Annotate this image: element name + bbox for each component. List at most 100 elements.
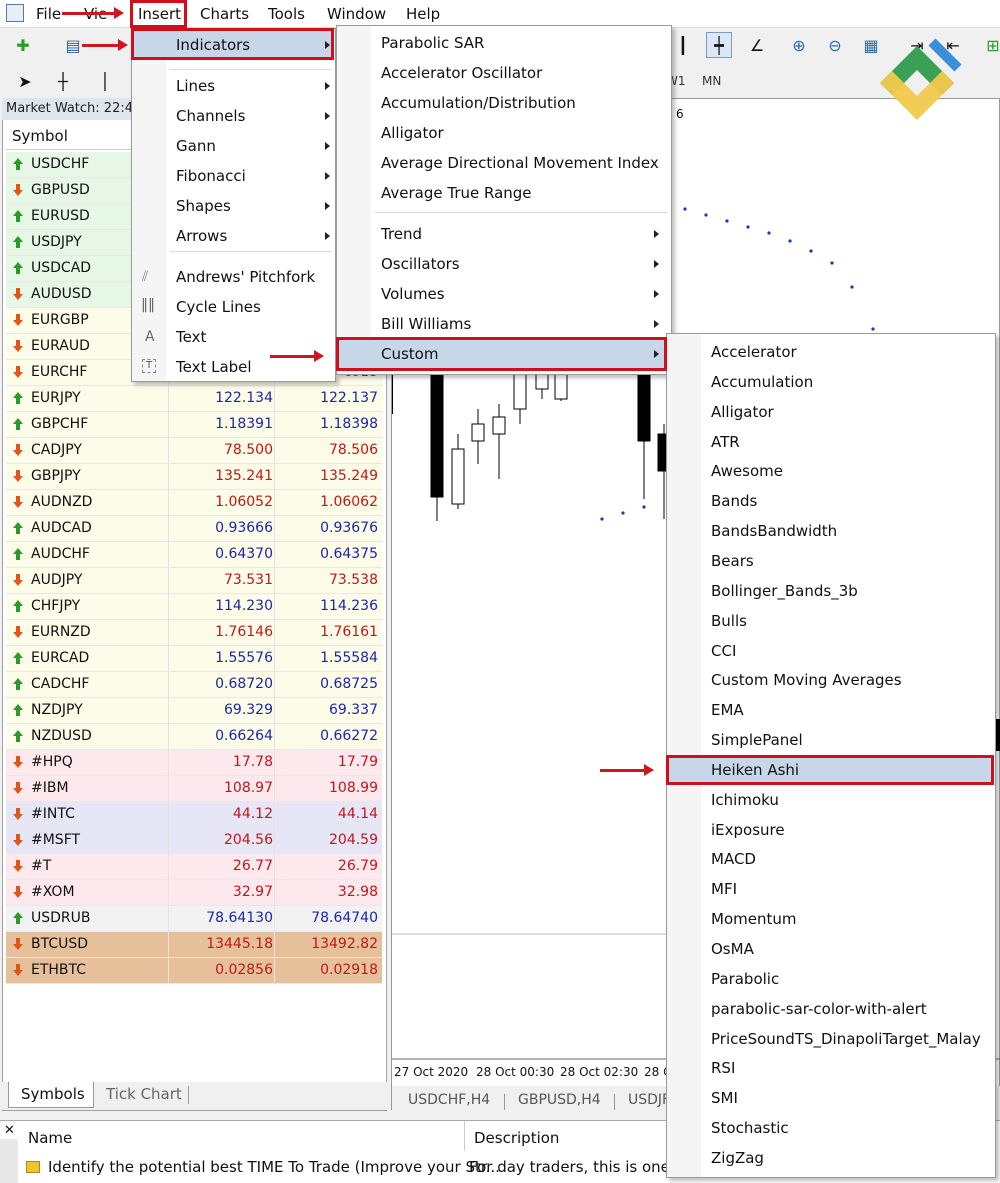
bar-chart-icon[interactable]: ┿	[706, 32, 732, 58]
column-description[interactable]: Description	[474, 1129, 559, 1147]
table-row[interactable]: #XOM 32.97 32.98	[6, 880, 382, 906]
line-chart-icon[interactable]: ∠	[744, 32, 770, 58]
window-tab-usdjpy[interactable]: USDJF	[628, 1092, 670, 1108]
vertical-line-icon[interactable]: │	[92, 68, 118, 94]
table-row[interactable]: AUDCHF 0.64370 0.64375	[6, 542, 382, 568]
custom-item-custom-moving-averages[interactable]: Custom Moving Averages	[711, 671, 902, 689]
menu-item-average-directional-movement-index[interactable]: Average Directional Movement Index	[381, 154, 659, 172]
tab-symbols[interactable]: Symbols	[8, 1082, 94, 1108]
ask-value: 26.79	[337, 858, 378, 874]
article-name[interactable]: Identify the potential best TIME To Trad…	[48, 1158, 500, 1176]
crosshair-tool-icon[interactable]: ┃	[670, 32, 696, 58]
menu-item-alligator[interactable]: Alligator	[381, 124, 444, 142]
crosshair-icon[interactable]: ┼	[50, 68, 76, 94]
menu-item-lines[interactable]: Lines	[176, 77, 215, 95]
menu-item-text-label[interactable]: Text Label	[176, 358, 252, 376]
table-row[interactable]: NZDJPY 69.329 69.337	[6, 698, 382, 724]
table-row[interactable]: CADJPY 78.500 78.506	[6, 438, 382, 464]
cursor-icon[interactable]: ➤	[12, 68, 38, 94]
menu-item-channels[interactable]: Channels	[176, 107, 245, 125]
table-row[interactable]: EURJPY 122.134 122.137	[6, 386, 382, 412]
tab-tick-chart[interactable]: Tick Chart	[106, 1085, 182, 1103]
zoom-in-icon[interactable]: ⊕	[786, 32, 812, 58]
table-row[interactable]: ETHBTC 0.02856 0.02918	[6, 958, 382, 984]
menu-charts[interactable]: Charts	[200, 5, 249, 23]
custom-item-ichimoku[interactable]: Ichimoku	[711, 791, 779, 809]
custom-item-ema[interactable]: EMA	[711, 701, 744, 719]
menu-item-volumes[interactable]: Volumes	[381, 285, 445, 303]
custom-item-bulls[interactable]: Bulls	[711, 612, 747, 630]
menu-item-arrows[interactable]: Arrows	[176, 227, 227, 245]
custom-item-accelerator[interactable]: Accelerator	[711, 343, 797, 361]
table-row[interactable]: BTCUSD 13445.18 13492.82	[6, 932, 382, 958]
menu-item-parabolic-sar[interactable]: Parabolic SAR	[381, 34, 484, 52]
table-row[interactable]: #T 26.77 26.79	[6, 854, 382, 880]
close-icon[interactable]: ✕	[4, 1123, 15, 1138]
table-row[interactable]: CHFJPY 114.230 114.236	[6, 594, 382, 620]
menu-tools[interactable]: Tools	[268, 5, 305, 23]
custom-item-rsi[interactable]: RSI	[711, 1059, 735, 1077]
menu-item-text[interactable]: Text	[176, 328, 206, 346]
menu-window[interactable]: Window	[327, 5, 386, 23]
custom-item-bears[interactable]: Bears	[711, 552, 754, 570]
column-symbol[interactable]: Symbol	[12, 127, 68, 145]
custom-item-zigzag[interactable]: ZigZag	[711, 1149, 764, 1167]
table-row[interactable]: USDRUB 78.64130 78.64740	[6, 906, 382, 932]
bid-value: 0.68720	[215, 676, 273, 692]
menu-item-fibonacci[interactable]: Fibonacci	[176, 167, 246, 185]
menu-help[interactable]: Help	[406, 5, 440, 23]
custom-item-momentum[interactable]: Momentum	[711, 910, 796, 928]
timeframe-mn[interactable]: MN	[702, 74, 721, 88]
custom-item-mfi[interactable]: MFI	[711, 880, 737, 898]
table-row[interactable]: AUDNZD 1.06052 1.06062	[6, 490, 382, 516]
table-row[interactable]: NZDUSD 0.66264 0.66272	[6, 724, 382, 750]
custom-item-awesome[interactable]: Awesome	[711, 462, 783, 480]
table-row[interactable]: AUDCAD 0.93666 0.93676	[6, 516, 382, 542]
custom-item-macd[interactable]: MACD	[711, 850, 756, 868]
table-row[interactable]: #HPQ 17.78 17.79	[6, 750, 382, 776]
menu-item-cycle-lines[interactable]: Cycle Lines	[176, 298, 261, 316]
custom-item-alligator[interactable]: Alligator	[711, 403, 774, 421]
custom-item-osma[interactable]: OsMA	[711, 940, 754, 958]
custom-item-cci[interactable]: CCI	[711, 642, 736, 660]
custom-item-bollinger-bands-3b[interactable]: Bollinger_Bands_3b	[711, 582, 858, 600]
table-row[interactable]: EURNZD 1.76146 1.76161	[6, 620, 382, 646]
menu-item-oscillators[interactable]: Oscillators	[381, 255, 460, 273]
custom-item-smi[interactable]: SMI	[711, 1089, 738, 1107]
custom-item-parabolic-sar-color-with-alert[interactable]: parabolic-sar-color-with-alert	[711, 1000, 927, 1018]
zoom-out-icon[interactable]: ⊖	[822, 32, 848, 58]
custom-item-parabolic[interactable]: Parabolic	[711, 970, 779, 988]
menu-item-gann[interactable]: Gann	[176, 137, 216, 155]
table-row[interactable]: CADCHF 0.68720 0.68725	[6, 672, 382, 698]
custom-item-simplepanel[interactable]: SimplePanel	[711, 731, 803, 749]
table-row[interactable]: AUDJPY 73.531 73.538	[6, 568, 382, 594]
custom-item-stochastic[interactable]: Stochastic	[711, 1119, 789, 1137]
custom-item-bandsbandwidth[interactable]: BandsBandwidth	[711, 522, 837, 540]
symbol-name: EURUSD	[31, 208, 90, 224]
menu-item-accumulation-distribution[interactable]: Accumulation/Distribution	[381, 94, 576, 112]
menu-item-accelerator-oscillator[interactable]: Accelerator Oscillator	[381, 64, 542, 82]
window-tab-usdchf[interactable]: USDCHF,H4	[408, 1092, 490, 1108]
custom-item-pricesoundts-dinapolitarget-malay[interactable]: PriceSoundTS_DinapoliTarget_Malay	[711, 1030, 981, 1048]
table-row[interactable]: #MSFT 204.56 204.59	[6, 828, 382, 854]
table-row[interactable]: GBPCHF 1.18391 1.18398	[6, 412, 382, 438]
table-row[interactable]: #INTC 44.12 44.14	[6, 802, 382, 828]
add-icon[interactable]: ⊞	[980, 32, 1000, 58]
menu-item-shapes[interactable]: Shapes	[176, 197, 231, 215]
window-tab-gbpusd[interactable]: GBPUSD,H4	[518, 1092, 601, 1108]
menu-item-average-true-range[interactable]: Average True Range	[381, 184, 532, 202]
table-row[interactable]: #IBM 108.97 108.99	[6, 776, 382, 802]
custom-item-accumulation[interactable]: Accumulation	[711, 373, 813, 391]
menu-file[interactable]: File	[36, 5, 61, 23]
menu-item-trend[interactable]: Trend	[381, 225, 422, 243]
menu-item-bill-williams[interactable]: Bill Williams	[381, 315, 471, 333]
table-row[interactable]: EURCAD 1.55576 1.55584	[6, 646, 382, 672]
custom-item-bands[interactable]: Bands	[711, 492, 757, 510]
column-name[interactable]: Name	[28, 1129, 72, 1147]
symbol-name: AUDNZD	[31, 494, 93, 510]
custom-item-iexposure[interactable]: iExposure	[711, 821, 785, 839]
new-chart-icon[interactable]: ✚	[10, 32, 36, 58]
custom-item-atr[interactable]: ATR	[711, 433, 740, 451]
menu-item-andrews-pitchfork[interactable]: Andrews' Pitchfork	[176, 268, 315, 286]
table-row[interactable]: GBPJPY 135.241 135.249	[6, 464, 382, 490]
